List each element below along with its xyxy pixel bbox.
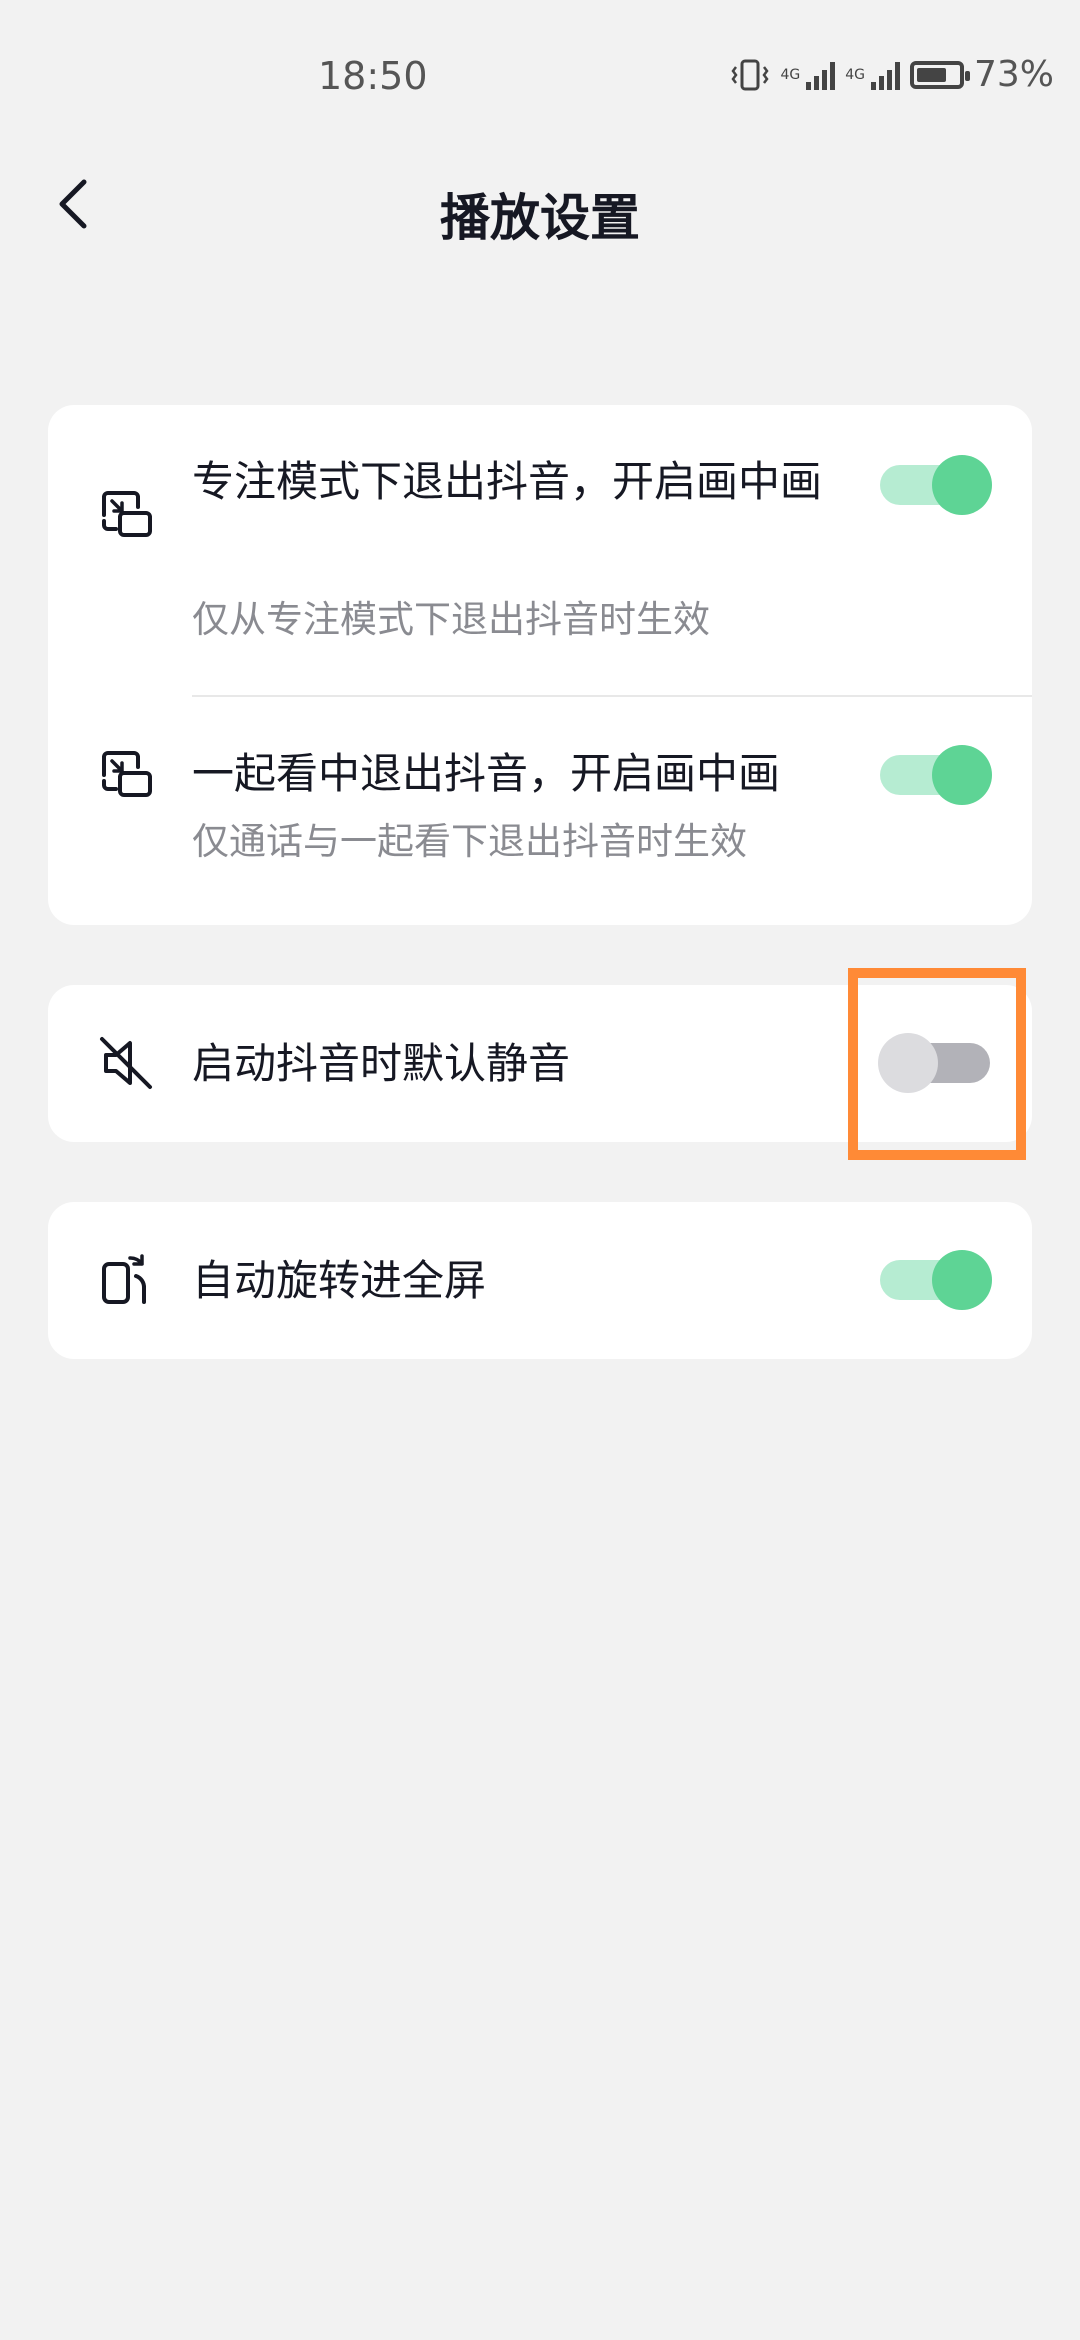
page-title: 播放设置 (440, 189, 640, 247)
status-time: 18:50 (318, 54, 428, 98)
setting-description: 仅从专注模式下退出抖音时生效 (192, 598, 710, 641)
battery-icon (909, 60, 970, 89)
setting-description: 仅通话与一起看下退出抖音时生效 (192, 820, 747, 863)
status-icons: 4G 4G 73% (730, 54, 1054, 95)
picture-in-picture-icon (102, 491, 152, 537)
setting-row-watch-together-pip[interactable]: 一起看中退出抖音，开启画中画 仅通话与一起看下退出抖音时生效 (48, 697, 1032, 925)
signal-icon (806, 60, 836, 90)
battery-percent: 73% (973, 54, 1054, 95)
rotate-screen-icon (102, 1254, 146, 1304)
mute-speaker-icon (100, 1037, 152, 1089)
picture-in-picture-icon (102, 751, 152, 797)
network-type-label: 4G (780, 66, 801, 83)
rotate-setting-card: 自动旋转进全屏 (48, 1202, 1032, 1359)
setting-row-auto-rotate[interactable]: 自动旋转进全屏 (48, 1202, 1032, 1359)
status-bar: 18:50 4G 4G 73% (0, 0, 1080, 150)
watch-together-pip-toggle[interactable] (880, 745, 992, 805)
network-type-label-2: 4G (845, 66, 865, 83)
setting-title: 一起看中退出抖音，开启画中画 (192, 749, 781, 798)
auto-rotate-toggle[interactable] (880, 1250, 992, 1310)
pip-settings-card: 专注模式下退出抖音，开启画中画 仅从专注模式下退出抖音时生效 一起看中退出抖音，… (48, 405, 1032, 925)
signal-icon-2 (870, 60, 900, 90)
setting-title: 自动旋转进全屏 (192, 1256, 487, 1305)
setting-row-focus-mode-pip[interactable]: 专注模式下退出抖音，开启画中画 仅从专注模式下退出抖音时生效 (48, 405, 1032, 695)
setting-title: 启动抖音时默认静音 (192, 1039, 571, 1088)
header: 播放设置 (0, 160, 1080, 250)
focus-mode-pip-toggle[interactable] (880, 455, 992, 515)
vibrate-icon (731, 59, 770, 90)
setting-title: 专注模式下退出抖音，开启画中画 (192, 457, 823, 506)
highlight-box (848, 968, 1026, 1160)
